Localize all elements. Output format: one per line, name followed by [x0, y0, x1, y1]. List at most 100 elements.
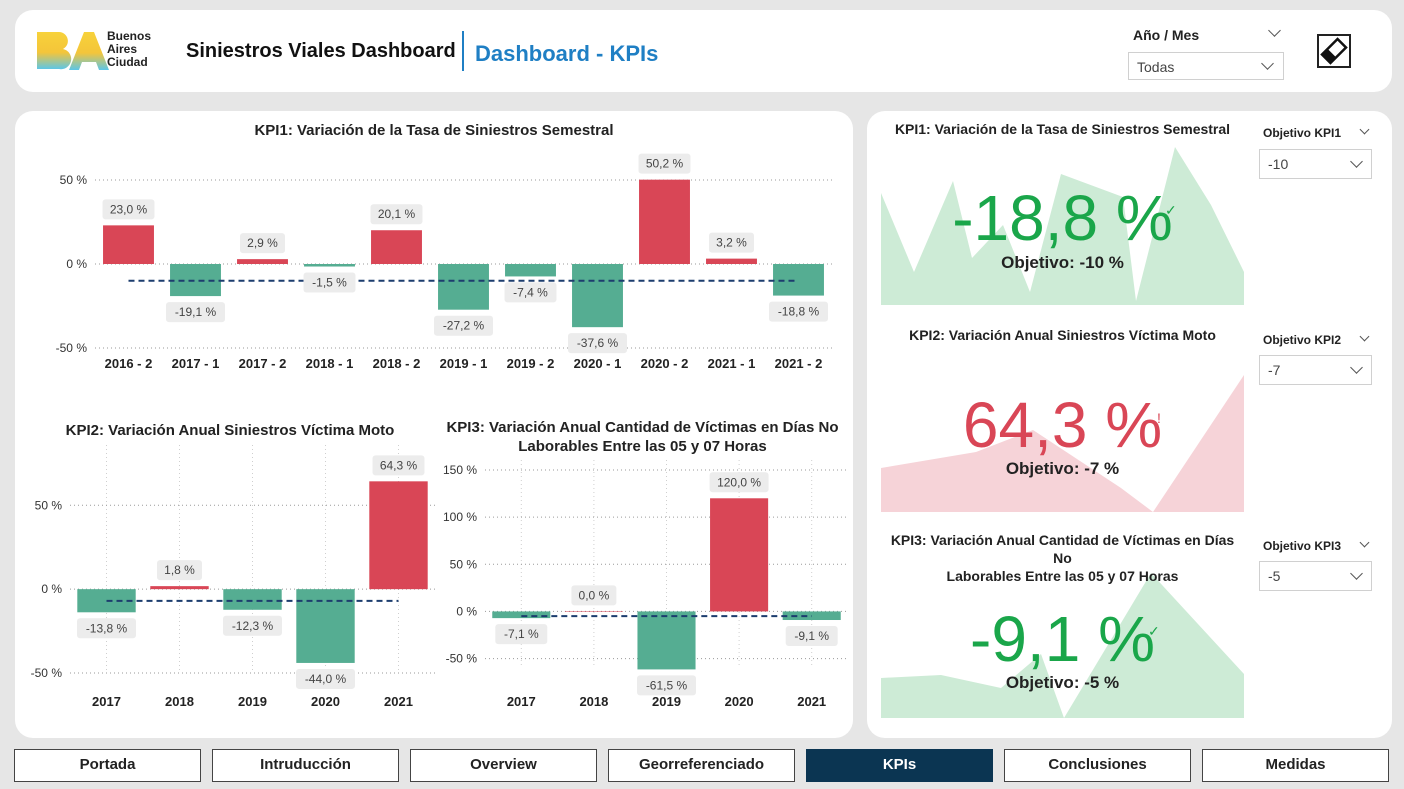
kpi1-xtick-label: 2020 - 1 — [574, 356, 622, 371]
header-bar: Buenos Aires Ciudad Siniestros Viales Da… — [15, 10, 1392, 92]
kpi3-card-value: -9,1 % — [970, 603, 1155, 675]
kpi1-ytick-label: -50 % — [56, 341, 88, 355]
kpi2-bar — [369, 481, 428, 590]
year-month-dropdown[interactable]: Todas — [1128, 52, 1284, 80]
kpi1-xtick-label: 2017 - 2 — [239, 356, 287, 371]
kpi1-xtick-label: 2019 - 1 — [440, 356, 488, 371]
chevron-down-icon — [1261, 57, 1274, 70]
kpi1-ytick-label: 50 % — [60, 173, 88, 187]
kpi3-card-objective: Objetivo: -5 % — [1005, 673, 1120, 692]
kpi1-bar — [438, 264, 489, 310]
kpi3-data-label: -7,1 % — [504, 627, 539, 641]
kpi3-ytick-label: 50 % — [450, 557, 478, 571]
kpi3-xtick-label: 2020 — [725, 694, 754, 709]
kpi3-bar-chart: 150 % 100 % 50 % 0 % -50 % -7,1 % 0,0 % -61,5 %… — [443, 460, 848, 709]
kpi2-bar-chart: 50 % 0 % -50 % -13,8 % 1,8 % -12,3 % -44,0 % 64… — [31, 445, 435, 709]
kpi1-bar — [103, 225, 154, 264]
kpi1-xtick-label: 2017 - 1 — [172, 356, 220, 371]
nav-medidas-button[interactable]: Medidas — [1202, 749, 1389, 782]
kpi3-bar — [637, 611, 696, 670]
kpi3-data-label: 120,0 % — [717, 475, 761, 489]
kpi1-bar — [371, 230, 422, 264]
eraser-icon[interactable] — [1317, 34, 1351, 68]
kpi1-bar — [639, 179, 690, 264]
kpi2-xtick-label: 2020 — [311, 694, 340, 709]
kpi1-objective-slicer-label: Objetivo KPI1 — [1263, 126, 1342, 140]
kpi1-data-label: 3,2 % — [716, 236, 747, 250]
kpi2-objective-value: -7 — [1268, 362, 1281, 378]
kpi3-xtick-label: 2018 — [579, 694, 608, 709]
chevron-down-icon — [1350, 361, 1363, 374]
kpi2-data-label: -44,0 % — [305, 672, 347, 686]
kpi1-chart-title: KPI1: Variación de la Tasa de Siniestros… — [254, 122, 614, 139]
ba-logo — [37, 32, 109, 70]
chevron-down-icon[interactable] — [1268, 24, 1281, 37]
kpi1-bar-chart: 50 % 0 % -50 % 23,0 % -19,1 % 2,9 % -1,5 % 20,1… — [56, 153, 832, 371]
kpi2-chart-title: KPI2: Variación Anual Siniestros Víctima… — [65, 422, 395, 439]
kpi3-objective-value: -5 — [1268, 568, 1281, 584]
kpi2-objective-slicer-label: Objetivo KPI2 — [1263, 333, 1342, 347]
kpi1-data-label: -27,2 % — [443, 319, 485, 333]
kpi2-data-label: -12,3 % — [232, 619, 274, 633]
kpi1-xtick-label: 2018 - 2 — [373, 356, 421, 371]
kpi1-data-label: -19,1 % — [175, 305, 217, 319]
kpi3-status-check-icon: ✓ — [1148, 623, 1160, 639]
kpi1-objective-dropdown[interactable]: -10 — [1259, 149, 1372, 179]
nav-georreferenciado-button[interactable]: Georreferenciado — [608, 749, 795, 782]
kpi1-data-label: -37,6 % — [577, 336, 619, 350]
kpi1-bar — [773, 264, 824, 296]
kpi3-ytick-label: -50 % — [446, 652, 478, 666]
nav-introduccion-button[interactable]: Intruducción — [212, 749, 399, 782]
kpi3-bar — [564, 611, 623, 612]
kpi2-bar — [223, 589, 282, 610]
kpi3-ytick-label: 100 % — [443, 510, 477, 524]
nav-conclusiones-button[interactable]: Conclusiones — [1004, 749, 1191, 782]
logo-line-3: Ciudad — [107, 55, 148, 69]
kpi1-card-title: KPI1: Variación de la Tasa de Siniestros… — [894, 121, 1231, 137]
kpi1-data-label: 23,0 % — [110, 202, 148, 216]
kpi3-data-label: 0,0 % — [579, 588, 610, 602]
kpi3-objective-dropdown[interactable]: -5 — [1259, 561, 1372, 591]
kpi3-card-title: KPI3: Variación Anual Cantidad de Víctim… — [881, 531, 1244, 585]
kpi1-xtick-label: 2021 - 2 — [775, 356, 823, 371]
kpi1-xtick-label: 2016 - 2 — [105, 356, 153, 371]
kpi1-xtick-label: 2021 - 1 — [708, 356, 756, 371]
page-title: Dashboard - KPIs — [475, 41, 659, 66]
kpi3-ytick-label: 150 % — [443, 463, 477, 477]
kpi1-xtick-label: 2019 - 2 — [507, 356, 555, 371]
kpi1-status-check-icon: ✓ — [1165, 202, 1177, 218]
logo-line-2: Aires — [107, 42, 138, 56]
kpi2-ytick-label: 0 % — [41, 582, 62, 596]
kpi2-xtick-label: 2019 — [238, 694, 267, 709]
dashboard-title: Siniestros Viales Dashboard — [186, 40, 456, 62]
kpi2-objective-dropdown[interactable]: -7 — [1259, 355, 1372, 385]
kpi3-bar — [710, 498, 769, 612]
nav-kpis-button[interactable]: KPIs — [806, 749, 993, 782]
kpi2-data-label: 1,8 % — [164, 563, 195, 577]
kpi1-bar — [304, 264, 355, 267]
title-divider — [462, 31, 464, 71]
kpi2-bar — [150, 586, 209, 590]
kpi3-data-label: -9,1 % — [794, 629, 829, 643]
kpi1-data-label: -1,5 % — [312, 276, 347, 290]
kpi2-card-title: KPI2: Variación Anual Siniestros Víctima… — [909, 327, 1216, 343]
year-month-slicer-label: Año / Mes — [1133, 27, 1200, 43]
kpi3-data-label: -61,5 % — [646, 678, 688, 692]
kpi1-card-objective: Objetivo: -10 % — [1001, 253, 1124, 272]
chevron-down-icon — [1350, 567, 1363, 580]
kpi3-xtick-label: 2019 — [652, 694, 681, 709]
kpi2-ytick-label: -50 % — [31, 666, 63, 680]
kpi1-bar — [505, 264, 556, 277]
nav-portada-button[interactable]: Portada — [14, 749, 201, 782]
kpi2-card-objective: Objetivo: -7 % — [1005, 459, 1120, 478]
kpi3-objective-slicer-label: Objetivo KPI3 — [1263, 539, 1342, 553]
kpi2-status-alert-icon: ! — [1157, 410, 1161, 426]
kpi3-xtick-label: 2017 — [507, 694, 536, 709]
kpi3-card-title-line-1: KPI3: Variación Anual Cantidad de Víctim… — [890, 532, 1235, 566]
nav-overview-button[interactable]: Overview — [410, 749, 597, 782]
kpi2-ytick-label: 50 % — [35, 498, 63, 512]
kpi1-data-label: 50,2 % — [646, 157, 684, 171]
kpi1-bar — [572, 264, 623, 328]
kpi2-xtick-label: 2018 — [165, 694, 194, 709]
kpi1-bar — [237, 259, 288, 264]
